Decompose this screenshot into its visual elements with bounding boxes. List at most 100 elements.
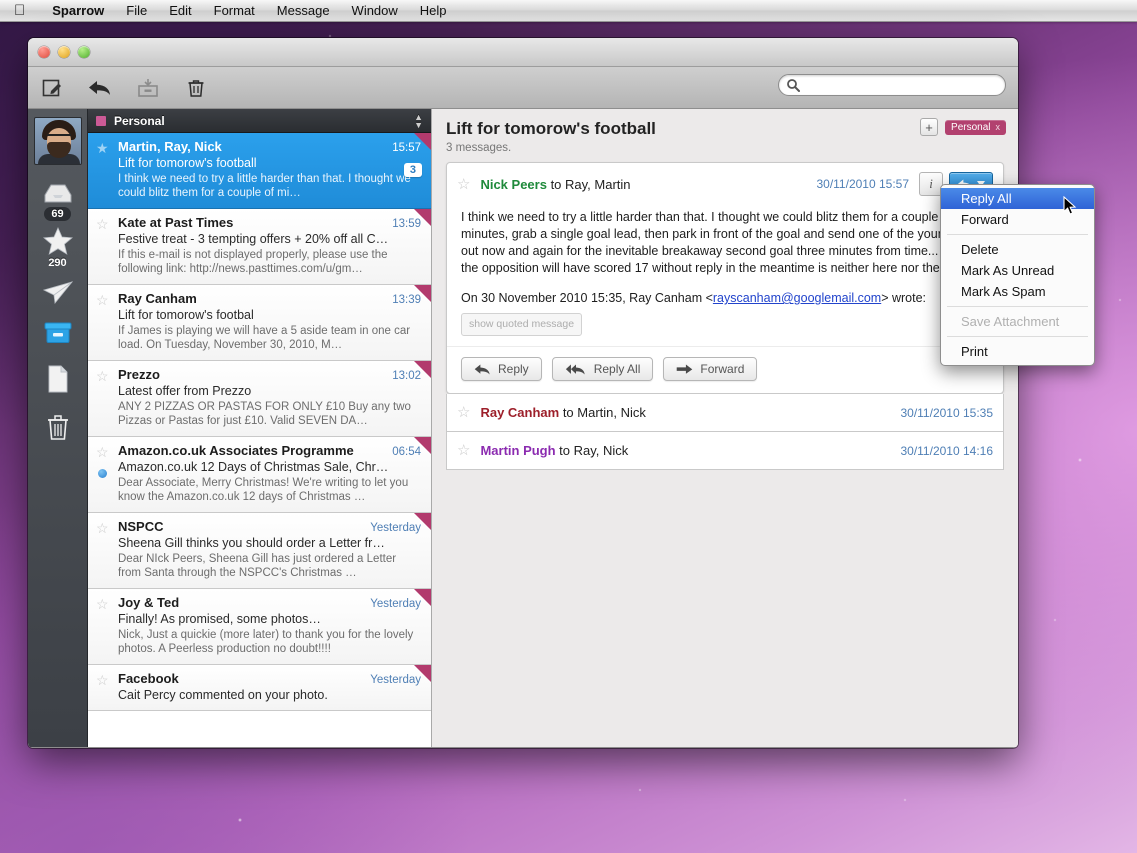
status-badge[interactable]: Personal x	[945, 119, 1006, 135]
archive-button[interactable]	[124, 67, 172, 109]
star-icon[interactable]: ☆	[457, 405, 470, 420]
star-icon[interactable]: ☆	[96, 369, 109, 383]
menu-item-save-attachment: Save Attachment	[961, 314, 1060, 329]
star-icon[interactable]: ★	[96, 141, 109, 155]
list-item[interactable]: ☆ Facebook Yesterday Cait Percy commente…	[88, 665, 431, 711]
list-item[interactable]: ☆ Kate at Past Times 13:59 Festive treat…	[88, 209, 431, 285]
menu-item-window[interactable]: Window	[341, 0, 409, 22]
label-corner-icon	[414, 665, 431, 682]
trash-bin-icon	[47, 415, 68, 440]
list-item-subject: Amazon.co.uk 12 Days of Christmas Sale, …	[118, 460, 398, 474]
message-sender: Ray Canham	[480, 405, 560, 420]
message-recipients: to Ray, Nick	[555, 443, 629, 458]
label-corner-icon	[414, 285, 431, 302]
remove-label-icon[interactable]: x	[996, 122, 1001, 132]
context-menu[interactable]: Reply All Forward Delete Mark As Unread …	[940, 184, 1095, 366]
list-item-subject: Sheena Gill thinks you should order a Le…	[118, 536, 392, 550]
sidebar-item-sent[interactable]	[42, 281, 73, 305]
star-icon[interactable]: ☆	[96, 445, 109, 459]
menu-item-edit[interactable]: Edit	[158, 0, 202, 22]
label-corner-icon	[414, 361, 431, 378]
list-item-snippet: Nick, Just a quickie (more later) to tha…	[118, 629, 414, 655]
star-icon	[42, 227, 73, 255]
apple-menu-icon[interactable]: 	[14, 3, 25, 18]
compose-icon	[42, 79, 61, 96]
reply-action-button[interactable]: Reply	[461, 357, 542, 381]
message-card-expanded: ☆ Nick Peers to Ray, Martin 30/11/2010 1…	[446, 162, 1004, 394]
message-list-scroll[interactable]: ★ Martin, Ray, Nick 15:57 Lift for tomor…	[88, 133, 431, 747]
message-list-header[interactable]: Personal ▲ ▼	[88, 109, 431, 133]
message-recipients: to Ray, Martin	[546, 176, 631, 192]
forward-action-label: Forward	[700, 362, 745, 376]
menu-item-format[interactable]: Format	[203, 0, 266, 22]
window-body: 69 290 Personal ▲ ▼ ★ Martin, Ray, Nick …	[28, 109, 1018, 747]
list-item-snippet: Dear Associate, Merry Christmas! We're w…	[118, 477, 409, 503]
list-item[interactable]: ☆ NSPCC Yesterday Sheena Gill thinks you…	[88, 513, 431, 589]
show-quoted-message-button[interactable]: show quoted message	[461, 313, 583, 336]
sidebar-item-trash[interactable]	[46, 413, 70, 441]
unread-indicator-icon	[98, 469, 107, 478]
label-tag-text: Personal	[951, 121, 991, 133]
list-item[interactable]: ☆ Amazon.co.uk Associates Programme 06:5…	[88, 437, 431, 513]
message-card-collapsed[interactable]: ☆ Martin Pugh to Ray, Nick 30/11/2010 14…	[446, 432, 1004, 470]
message-body: I think we need to try a little harder t…	[447, 205, 1003, 346]
add-label-button[interactable]: +	[920, 118, 939, 136]
list-item-sender: Martin, Ray, Nick	[118, 139, 222, 154]
menu-item-delete[interactable]: Delete	[941, 239, 1094, 260]
list-item-sender: Joy & Ted	[118, 595, 180, 610]
compose-button[interactable]	[28, 67, 76, 109]
menu-item-sparrow[interactable]: Sparrow	[41, 0, 115, 22]
archive-icon	[138, 78, 158, 97]
menu-separator	[947, 306, 1088, 307]
message-header: ☆ Nick Peers to Ray, Martin 30/11/2010 1…	[447, 163, 1003, 205]
inbox-unread-count: 69	[44, 207, 71, 221]
label-corner-icon	[414, 513, 431, 530]
reply-all-action-button[interactable]: Reply All	[551, 357, 654, 381]
sort-chevron-icon[interactable]: ▲ ▼	[414, 112, 423, 129]
menu-item-mark-as-unread[interactable]: Mark As Unread	[941, 260, 1094, 281]
list-item-sender: Ray Canham	[118, 291, 197, 306]
menu-item-file[interactable]: File	[115, 0, 158, 22]
forward-action-button[interactable]: Forward	[663, 357, 758, 381]
list-item-subject: Cait Percy commented on your photo.	[118, 688, 328, 702]
menu-item-forward[interactable]: Forward	[941, 209, 1094, 230]
forward-icon	[677, 364, 693, 374]
star-icon[interactable]: ☆	[96, 217, 109, 231]
star-icon[interactable]: ☆	[96, 597, 109, 611]
zoom-window-button[interactable]	[78, 46, 90, 58]
label-color-chip	[96, 115, 106, 126]
menu-item-help[interactable]: Help	[409, 0, 458, 22]
label-corner-icon	[414, 437, 431, 454]
list-item[interactable]: ★ Martin, Ray, Nick 15:57 Lift for tomor…	[88, 133, 431, 209]
sidebar-item-drafts[interactable]	[46, 365, 70, 393]
minimize-window-button[interactable]	[58, 46, 70, 58]
quoted-email-link[interactable]: rayscanham@googlemail.com	[713, 291, 881, 305]
star-icon[interactable]: ☆	[96, 521, 109, 535]
menu-item-mark-as-spam[interactable]: Mark As Spam	[941, 281, 1094, 302]
search-input[interactable]	[778, 74, 1006, 96]
menu-item-message[interactable]: Message	[266, 0, 341, 22]
search-container	[778, 74, 1006, 96]
list-item[interactable]: ☆ Joy & Ted Yesterday Finally! As promis…	[88, 589, 431, 665]
star-icon[interactable]: ☆	[457, 443, 470, 458]
reply-all-icon	[565, 363, 585, 375]
list-item[interactable]: ☆ Prezzo 13:02 Latest offer from Prezzo …	[88, 361, 431, 437]
star-icon[interactable]: ☆	[96, 293, 109, 307]
list-item[interactable]: ☆ Ray Canham 13:39 Lift for tomorow's fo…	[88, 285, 431, 361]
reply-button[interactable]	[76, 67, 124, 109]
star-icon[interactable]: ☆	[457, 177, 470, 192]
menu-item-print[interactable]: Print	[941, 341, 1094, 362]
delete-button[interactable]	[172, 67, 220, 109]
menu-item-reply-all[interactable]: Reply All	[941, 188, 1094, 209]
menu-separator	[947, 336, 1088, 337]
avatar[interactable]	[33, 117, 82, 165]
list-item-sender: Prezzo	[118, 367, 160, 382]
sidebar-item-inbox[interactable]: 69	[43, 181, 73, 221]
star-icon[interactable]: ☆	[96, 673, 109, 687]
sidebar-item-archive[interactable]	[43, 321, 73, 345]
conversation-pane: Lift for tomorow's football 3 messages. …	[432, 109, 1018, 747]
message-sender-line: Ray Canham to Martin, Nick	[480, 405, 645, 420]
message-card-collapsed[interactable]: ☆ Ray Canham to Martin, Nick 30/11/2010 …	[446, 394, 1004, 432]
sidebar-item-starred[interactable]: 290	[42, 227, 73, 269]
close-window-button[interactable]	[38, 46, 50, 58]
